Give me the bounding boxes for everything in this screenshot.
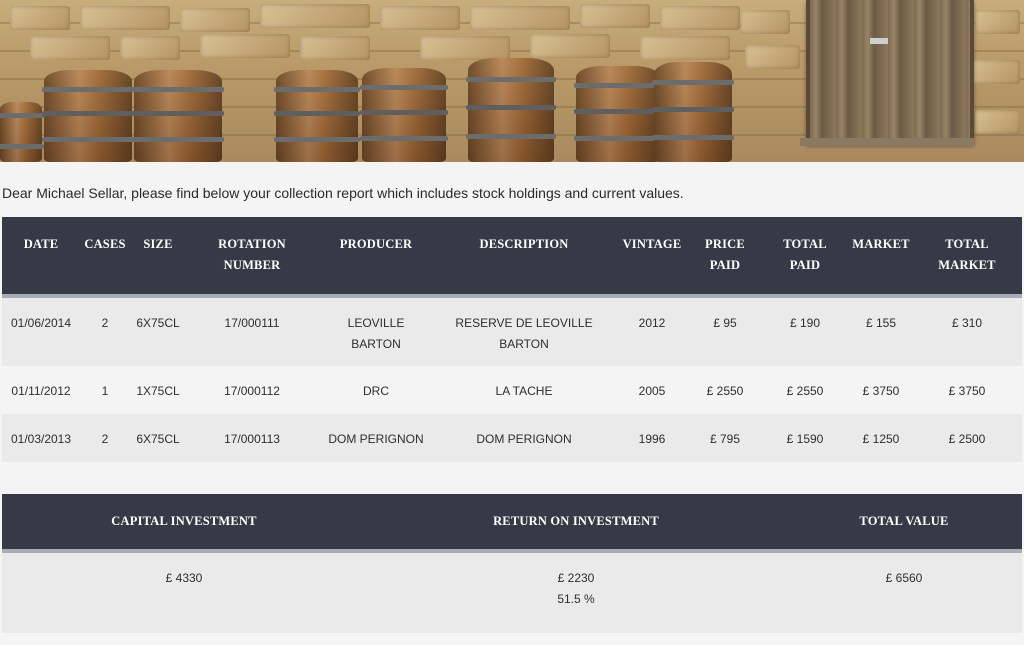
column-header-text: SIZE — [143, 237, 173, 251]
column-header-text: ROTATION — [218, 237, 286, 251]
return-on-investment-value: £ 2230 — [557, 571, 595, 585]
column-header-description: DESCRIPTION — [434, 217, 614, 294]
cell-producer: LEOVILLE BARTON — [318, 298, 434, 366]
cell-vintage: 2012 — [614, 298, 690, 366]
column-header-total-paid: TOTAL PAID — [760, 217, 850, 294]
greeting-text: Dear Michael Sellar, please find below y… — [2, 185, 684, 201]
cell-total-market: £ 2500 — [912, 414, 1022, 462]
column-header-size: SIZE — [130, 217, 186, 294]
column-header-text: PAID — [709, 258, 741, 272]
cell-total-paid: £ 2550 — [760, 366, 850, 414]
column-header-producer: PRODUCER — [318, 217, 434, 294]
column-header-text: NUMBER — [223, 258, 281, 272]
cell-size: 1X75CL — [130, 366, 186, 414]
column-header-text: PRICE — [705, 237, 745, 251]
cell-text: LEOVILLE — [347, 316, 405, 330]
cell-date: 01/06/2014 — [2, 298, 80, 366]
cell-rotation: 17/000111 — [186, 298, 318, 366]
summary-header-row: CAPITAL INVESTMENT RETURN ON INVESTMENT … — [2, 494, 1022, 549]
table-row: 01/06/2014 2 6X75CL 17/000111 LEOVILLE BARTON… — [2, 298, 1022, 366]
return-on-investment-header: RETURN ON INVESTMENT — [366, 494, 786, 549]
column-header-text: MARKET — [938, 258, 996, 272]
cell-market: £ 155 — [850, 298, 912, 366]
cell-cases: 1 — [80, 366, 130, 414]
table-row: 01/03/2013 2 6X75CL 17/000113 DOM PERIGNON DO… — [2, 414, 1022, 462]
column-header-text: DESCRIPTION — [479, 237, 569, 251]
hero-wine-barrels-image — [0, 0, 1024, 162]
cell-rotation: 17/000113 — [186, 414, 318, 462]
cell-text: DOM PERIGNON — [476, 432, 572, 446]
cell-market: £ 3750 — [850, 366, 912, 414]
cell-description: LA TACHE — [434, 366, 614, 414]
wooden-door — [806, 0, 974, 144]
cell-total-paid: £ 1590 — [760, 414, 850, 462]
cell-vintage: 2005 — [614, 366, 690, 414]
stock-holdings-table: DATE CASES SIZE ROTATION NUMBER PRODUCER DESCR… — [2, 217, 1022, 462]
total-value-header: TOTAL VALUE — [786, 494, 1022, 549]
investment-summary-table: CAPITAL INVESTMENT RETURN ON INVESTMENT … — [2, 494, 1022, 633]
total-value-value: £ 6560 — [786, 553, 1022, 633]
stock-header-row: DATE CASES SIZE ROTATION NUMBER PRODUCER DESCR… — [2, 217, 1022, 294]
cell-price-paid: £ 795 — [690, 414, 760, 462]
column-header-text: TOTAL — [945, 237, 989, 251]
cell-market: £ 1250 — [850, 414, 912, 462]
cell-cases: 2 — [80, 414, 130, 462]
capital-investment-header: CAPITAL INVESTMENT — [2, 494, 366, 549]
column-header-text: TOTAL — [783, 237, 827, 251]
cell-size: 6X75CL — [130, 414, 186, 462]
return-on-investment-cell: £ 2230 51.5 % — [366, 553, 786, 633]
column-header-text: MARKET — [852, 237, 910, 251]
cell-cases: 2 — [80, 298, 130, 366]
column-header-date: DATE — [2, 217, 80, 294]
column-header-cases: CASES — [80, 217, 130, 294]
cell-description: RESERVE DE LEOVILLE BARTON — [434, 298, 614, 366]
column-header-text: PRODUCER — [339, 237, 413, 251]
return-percent-value: 51.5 % — [557, 592, 595, 606]
cell-date: 01/03/2013 — [2, 414, 80, 462]
column-header-rotation-number: ROTATION NUMBER — [186, 217, 318, 294]
table-row: 01/11/2012 1 1X75CL 17/000112 DRC LA TACHE 200… — [2, 366, 1022, 414]
cell-size: 6X75CL — [130, 298, 186, 366]
capital-investment-value: £ 4330 — [2, 553, 366, 633]
column-header-price-paid: PRICE PAID — [690, 217, 760, 294]
cell-text: DOM PERIGNON — [328, 432, 424, 446]
summary-row: £ 4330 £ 2230 51.5 % £ 6560 — [2, 553, 1022, 633]
cell-text: LA TACHE — [495, 384, 553, 398]
cell-date: 01/11/2012 — [2, 366, 80, 414]
cell-text: RESERVE DE LEOVILLE — [455, 316, 593, 330]
cell-text: BARTON — [499, 337, 549, 351]
column-header-total-market: TOTAL MARKET — [912, 217, 1022, 294]
cell-price-paid: £ 2550 — [690, 366, 760, 414]
column-header-text: VINTAGE — [622, 237, 682, 251]
cell-description: DOM PERIGNON — [434, 414, 614, 462]
cell-text: DRC — [363, 384, 389, 398]
column-header-text: PAID — [789, 258, 821, 272]
cell-total-market: £ 310 — [912, 298, 1022, 366]
column-header-vintage: VINTAGE — [614, 217, 690, 294]
cell-total-paid: £ 190 — [760, 298, 850, 366]
cell-total-market: £ 3750 — [912, 366, 1022, 414]
cell-text: BARTON — [351, 337, 401, 351]
cell-rotation: 17/000112 — [186, 366, 318, 414]
column-header-text: DATE — [23, 237, 59, 251]
cell-price-paid: £ 95 — [690, 298, 760, 366]
column-header-market: MARKET — [850, 217, 912, 294]
cell-producer: DOM PERIGNON — [318, 414, 434, 462]
cell-vintage: 1996 — [614, 414, 690, 462]
cell-producer: DRC — [318, 366, 434, 414]
column-header-text: CASES — [84, 237, 126, 251]
